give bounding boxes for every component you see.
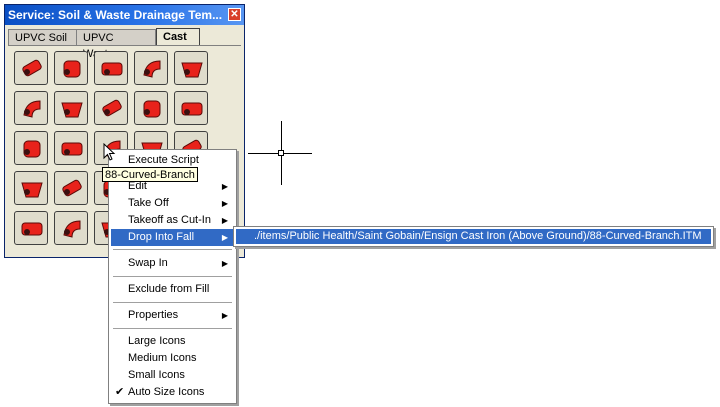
tab-upvc-waste[interactable]: UPVC Waste	[76, 29, 156, 60]
fitting-icon	[22, 59, 42, 77]
menu-item-swap-in[interactable]: Swap In ▶	[111, 255, 234, 272]
menu-item-small-icons[interactable]: Small Icons	[111, 367, 234, 384]
menu-separator	[113, 302, 232, 303]
fitting-icon	[23, 140, 41, 158]
submenu-arrow-icon: ▶	[221, 216, 228, 225]
fitting-icon	[101, 62, 123, 76]
fitting-icon	[63, 220, 81, 238]
fitting-icon	[61, 102, 83, 118]
palette-item-12[interactable]	[54, 131, 88, 165]
fitting-icon	[143, 100, 161, 118]
checkmark-icon: ✔	[115, 386, 125, 398]
palette-item-10[interactable]	[174, 91, 208, 125]
submenu-arrow-icon: ▶	[221, 259, 228, 268]
fitting-icon	[181, 102, 203, 116]
submenu-arrow-icon: ▶	[221, 233, 228, 242]
palette-item-8[interactable]	[94, 91, 128, 125]
palette-item-2[interactable]	[54, 51, 88, 85]
menu-item-takeoff-as-cut-in[interactable]: Takeoff as Cut-In ▶	[111, 212, 234, 229]
palette-item-1[interactable]	[14, 51, 48, 85]
palette-item-4[interactable]	[134, 51, 168, 85]
fitting-icon	[63, 60, 81, 78]
palette-item-3[interactable]	[94, 51, 128, 85]
menu-item-drop-into-fall[interactable]: Drop Into Fall ▶	[111, 229, 234, 246]
menu-item-large-icons[interactable]: Large Icons	[111, 333, 234, 350]
fitting-icon	[143, 60, 161, 78]
drop-into-fall-submenu: ./items/Public Health/Saint Gobain/Ensig…	[233, 226, 714, 247]
fitting-icon	[61, 142, 83, 156]
close-button[interactable]: ✕	[228, 8, 241, 21]
submenu-item-path[interactable]: ./items/Public Health/Saint Gobain/Ensig…	[236, 229, 711, 244]
submenu-arrow-icon: ▶	[221, 182, 228, 191]
tab-strip: UPVC Soil UPVC Waste Cast	[8, 28, 241, 60]
fitting-icon	[102, 99, 122, 117]
palette-item-16[interactable]	[14, 171, 48, 205]
menu-item-take-off[interactable]: Take Off ▶	[111, 195, 234, 212]
menu-item-auto-size-icons[interactable]: ✔ Auto Size Icons	[111, 384, 234, 401]
tab-upvc-soil[interactable]: UPVC Soil	[8, 29, 78, 45]
fitting-icon	[62, 179, 82, 197]
mouse-pointer-icon	[103, 143, 116, 161]
menu-item-properties[interactable]: Properties ▶	[111, 307, 234, 324]
context-menu: Execute Script Edit ▶ Take Off ▶ Takeoff a…	[108, 149, 237, 404]
palette-item-11[interactable]	[14, 131, 48, 165]
palette-item-6[interactable]	[14, 91, 48, 125]
menu-item-medium-icons[interactable]: Medium Icons	[111, 350, 234, 367]
fitting-icon	[23, 100, 41, 118]
menu-separator	[113, 249, 232, 250]
palette-item-17[interactable]	[54, 171, 88, 205]
menu-separator	[113, 328, 232, 329]
menu-separator	[113, 276, 232, 277]
palette-item-21[interactable]	[14, 211, 48, 245]
item-tooltip: 88-Curved-Branch	[102, 167, 198, 182]
tab-cast[interactable]: Cast	[156, 28, 200, 46]
fitting-icon	[21, 182, 43, 198]
window-title[interactable]: Service: Soil & Waste Drainage Tem...	[5, 5, 244, 25]
fitting-icon	[181, 62, 203, 78]
palette-item-9[interactable]	[134, 91, 168, 125]
submenu-arrow-icon: ▶	[221, 199, 228, 208]
palette-item-22[interactable]	[54, 211, 88, 245]
crosshair-pickbox	[278, 150, 284, 156]
fitting-icon	[21, 222, 43, 236]
tab-divider	[8, 45, 241, 46]
submenu-arrow-icon: ▶	[221, 311, 228, 320]
palette-item-7[interactable]	[54, 91, 88, 125]
menu-item-exclude-from-fill[interactable]: Exclude from Fill	[111, 281, 234, 298]
palette-item-5[interactable]	[174, 51, 208, 85]
